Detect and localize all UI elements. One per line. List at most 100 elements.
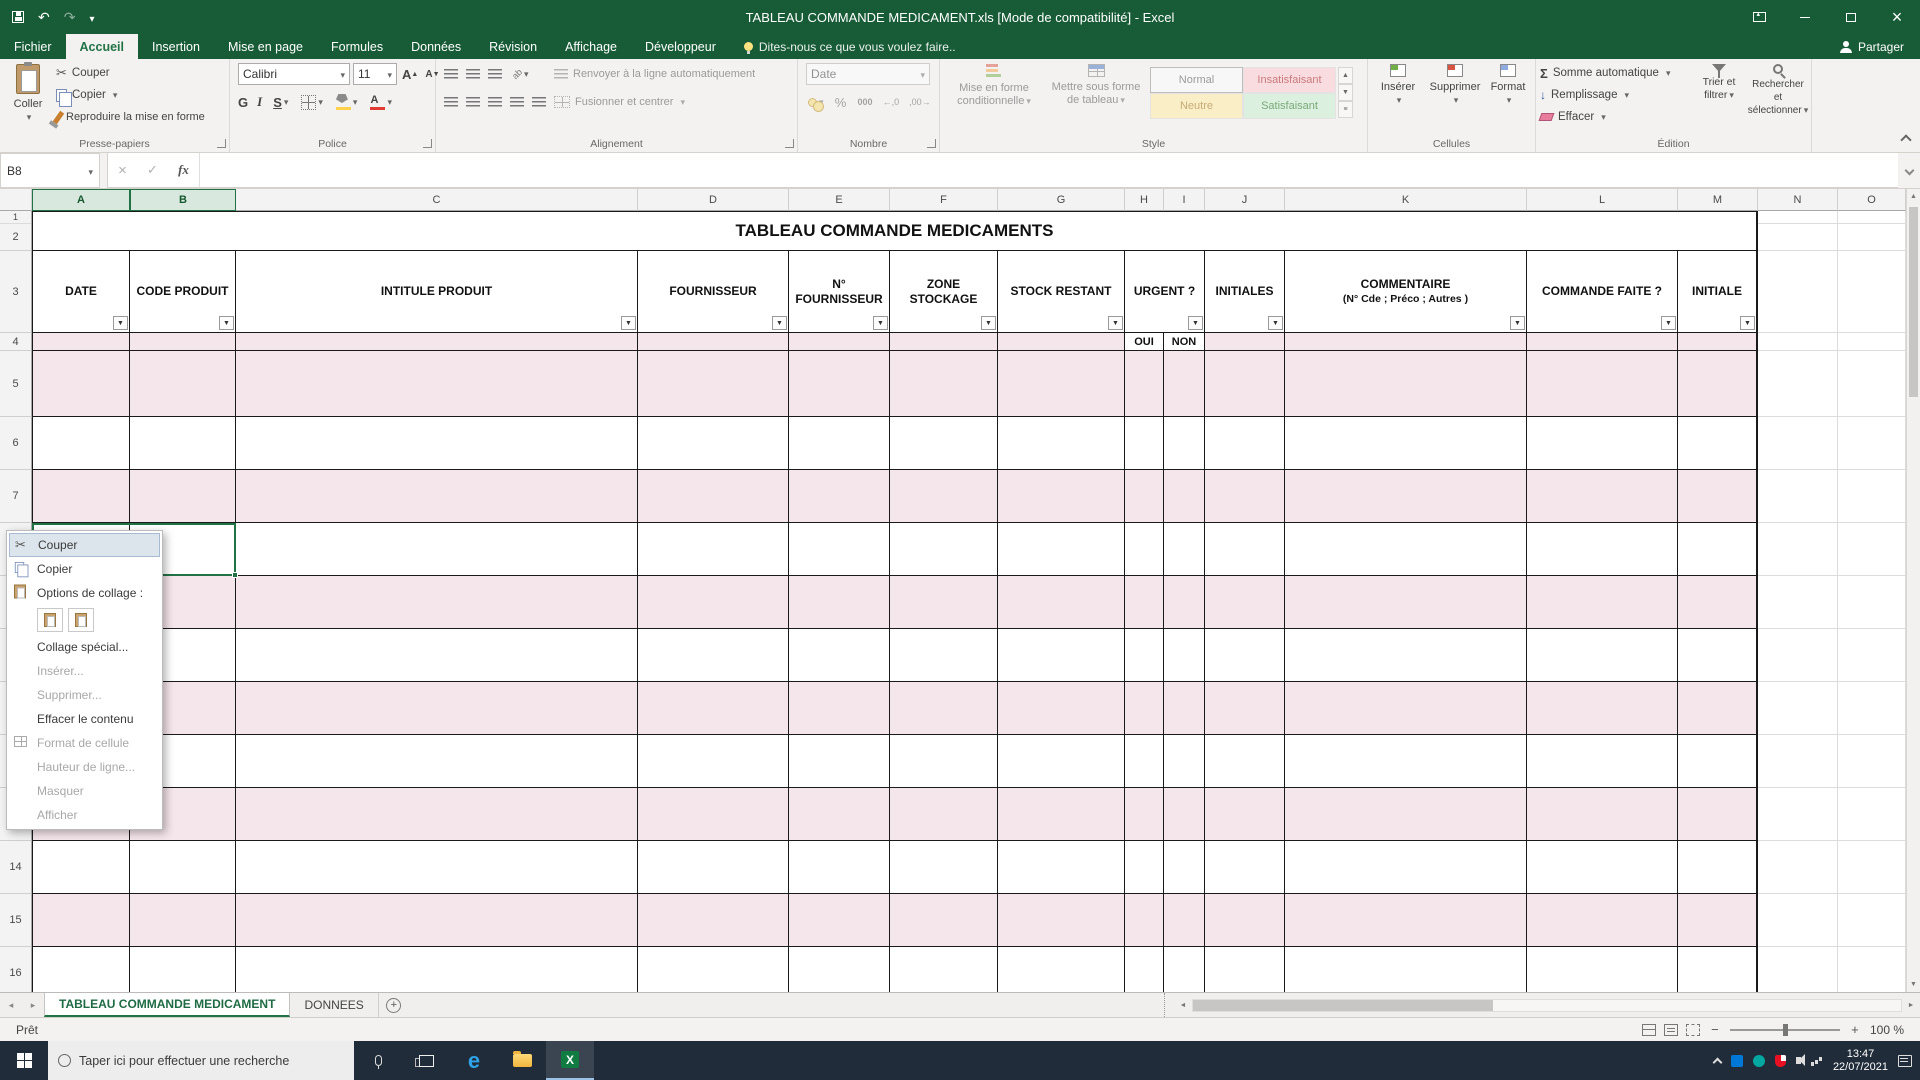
tab-fichier[interactable]: Fichier [0,34,66,59]
cell[interactable] [1527,470,1678,523]
cell[interactable] [1758,470,1838,523]
cell[interactable] [1164,735,1205,788]
horizontal-scrollbar[interactable] [1174,993,1920,1017]
search-voice-button[interactable] [354,1041,402,1080]
cell[interactable] [1838,211,1906,251]
cell[interactable] [236,629,638,682]
cell[interactable] [130,470,236,523]
cell[interactable] [236,788,638,841]
cell[interactable] [998,788,1125,841]
borders-button[interactable] [299,92,325,112]
cell[interactable] [1758,735,1838,788]
cell[interactable] [1678,576,1758,629]
cell-oui[interactable]: OUI [1125,333,1164,351]
dialog-launcher-icon[interactable] [785,139,794,148]
undo-icon[interactable] [38,9,50,26]
horizontal-scroll-thumb[interactable] [1193,999,1493,1011]
scroll-left-icon[interactable] [1174,1002,1192,1009]
format-painter-button[interactable]: Reproduire la mise en forme [52,106,205,128]
cell[interactable] [130,417,236,470]
cell[interactable] [1838,947,1906,992]
column-header-b[interactable]: B [130,189,236,211]
cell[interactable] [638,351,789,417]
cell[interactable] [1678,947,1758,992]
cell[interactable] [1527,894,1678,947]
cell[interactable] [1678,735,1758,788]
autosum-button[interactable]: Somme automatique [1540,62,1670,84]
enter-icon[interactable] [147,162,158,178]
cell[interactable] [130,894,236,947]
task-view-button[interactable] [402,1041,450,1080]
filter-button[interactable] [1268,316,1283,330]
cell[interactable] [638,947,789,992]
tab-developpeur[interactable]: Développeur [631,34,730,59]
cell[interactable] [890,333,998,351]
row-header-16[interactable]: 16 [0,947,32,992]
new-sheet-button[interactable]: + [379,993,409,1017]
style-satisfaisant[interactable]: Satisfaisant [1243,93,1336,119]
show-hidden-icons-icon[interactable] [1712,1057,1723,1067]
tab-accueil[interactable]: Accueil [65,34,138,59]
cell[interactable] [1838,629,1906,682]
start-button[interactable] [0,1041,48,1080]
header-cell-initiale[interactable]: INITIALE [1678,251,1758,333]
cell[interactable] [890,351,998,417]
cell[interactable] [32,470,130,523]
cell[interactable] [1285,947,1527,992]
cell[interactable] [1285,788,1527,841]
cell[interactable] [1164,841,1205,894]
cell[interactable] [1838,470,1906,523]
page-break-view-icon[interactable] [1685,1023,1700,1036]
cell[interactable] [789,735,890,788]
insert-function-icon[interactable]: fx [178,162,189,178]
cell[interactable] [1164,629,1205,682]
cell[interactable] [1205,417,1285,470]
header-cell-code-produit[interactable]: CODE PRODUIT [130,251,236,333]
cell[interactable] [1678,682,1758,735]
cell[interactable] [998,682,1125,735]
cell[interactable] [32,947,130,992]
cell[interactable] [1125,351,1164,417]
header-cell-urgent[interactable]: URGENT ? [1125,251,1205,333]
filter-button[interactable] [873,316,888,330]
zoom-in-button[interactable]: + [1848,1022,1862,1037]
cell[interactable] [1527,788,1678,841]
cell[interactable] [998,947,1125,992]
row-header-5[interactable]: 5 [0,351,32,417]
tab-mise-en-page[interactable]: Mise en page [214,34,317,59]
cell[interactable] [890,576,998,629]
cell[interactable] [1205,576,1285,629]
zoom-level[interactable]: 100 % [1870,1023,1904,1037]
cell[interactable] [1205,735,1285,788]
cell[interactable] [1758,894,1838,947]
filter-button[interactable] [113,316,128,330]
cell[interactable] [998,417,1125,470]
cell[interactable] [1527,735,1678,788]
cell[interactable] [890,523,998,576]
filter-button[interactable] [621,316,636,330]
cell[interactable] [789,788,890,841]
cell[interactable] [1164,682,1205,735]
cell[interactable] [1125,576,1164,629]
cell[interactable] [1758,417,1838,470]
cell[interactable] [638,417,789,470]
cell[interactable] [1838,351,1906,417]
cell[interactable] [1205,894,1285,947]
cell[interactable] [1285,841,1527,894]
sheet-tab-tableau-commande-medicament[interactable]: TABLEAU COMMANDE MEDICAMENT [44,993,291,1017]
dialog-launcher-icon[interactable] [217,139,226,148]
taskbar-clock[interactable]: 13:47 22/07/2021 [1833,1048,1888,1074]
cell[interactable] [789,470,890,523]
tray-app-blue-icon[interactable] [1730,1054,1743,1067]
decrease-indent-icon[interactable] [510,96,524,108]
cell[interactable] [1758,682,1838,735]
column-header-h[interactable]: H [1125,189,1164,211]
header-cell-date[interactable]: DATE [32,251,130,333]
action-center-icon[interactable] [1898,1054,1912,1067]
column-header-m[interactable]: M [1678,189,1758,211]
style-normal[interactable]: Normal [1150,67,1243,93]
cancel-icon[interactable] [118,162,127,179]
header-cell-intitule-produit[interactable]: INTITULE PRODUIT [236,251,638,333]
cell[interactable] [1758,788,1838,841]
security-shield-icon[interactable] [1774,1054,1786,1067]
